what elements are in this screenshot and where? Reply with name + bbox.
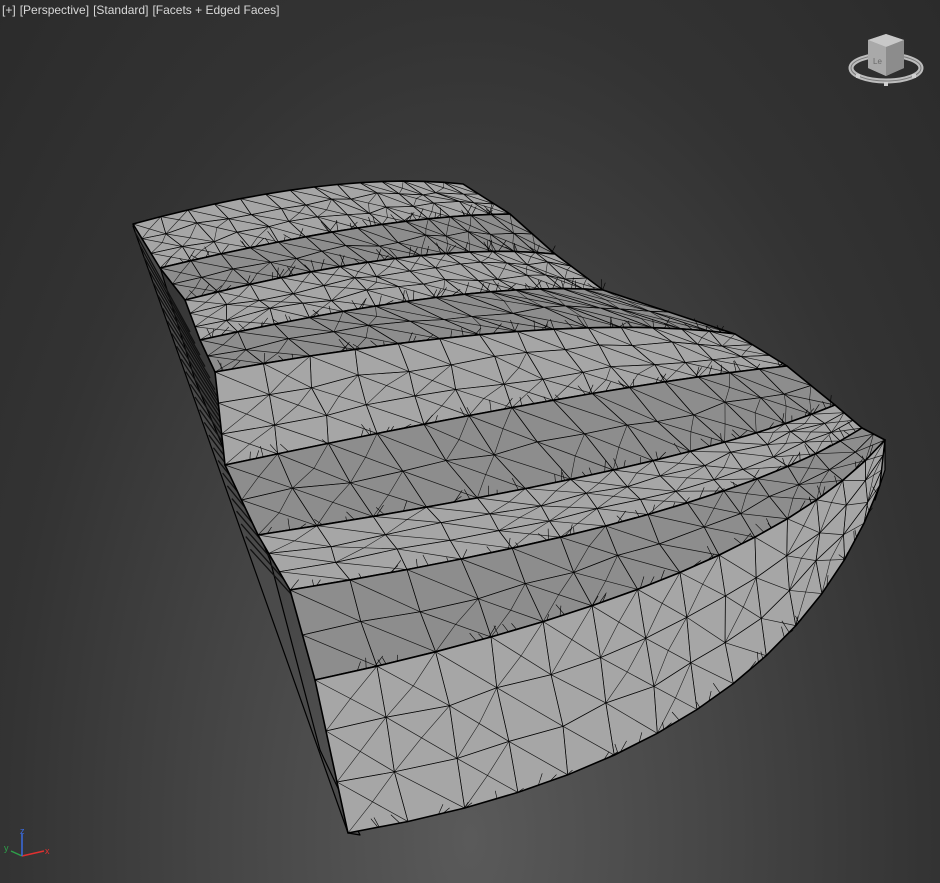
viewcube-face-label: Le bbox=[873, 57, 882, 66]
stair-mesh-canvas[interactable] bbox=[0, 0, 940, 883]
x-axis-line bbox=[21, 850, 45, 857]
curved-stair-mesh[interactable] bbox=[132, 180, 886, 836]
mesh-edge bbox=[602, 282, 606, 291]
viewcube-icon[interactable]: Le bbox=[848, 30, 924, 88]
z-axis-label: z bbox=[20, 826, 25, 836]
y-axis-line bbox=[10, 850, 23, 857]
x-axis-label: x bbox=[45, 846, 50, 856]
y-axis-label: y bbox=[4, 843, 9, 853]
axis-tripod-icon: x y z bbox=[4, 826, 50, 857]
perspective-viewport[interactable]: [+] [Perspective] [Standard] [Facets + Edge… bbox=[0, 0, 940, 883]
